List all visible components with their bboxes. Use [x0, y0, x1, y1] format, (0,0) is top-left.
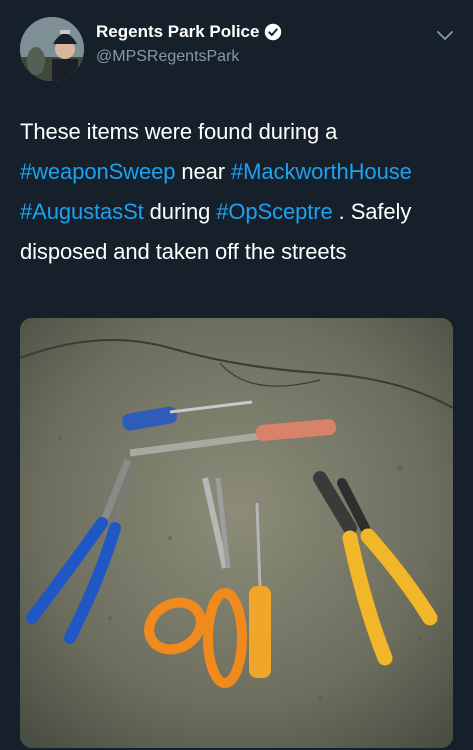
- tweet: Regents Park Police @MPSRegentsPark Thes…: [0, 0, 473, 750]
- tweet-photo[interactable]: [20, 318, 453, 748]
- avatar-image: [20, 17, 84, 81]
- text-part: These items were found during a: [20, 119, 338, 144]
- display-name[interactable]: Regents Park Police: [96, 22, 259, 42]
- verified-badge-icon: [265, 23, 282, 41]
- hashtag-link[interactable]: #weaponSweep: [20, 159, 175, 184]
- chevron-down-icon[interactable]: [436, 30, 454, 42]
- hashtag-link[interactable]: #MackworthHouse: [231, 159, 412, 184]
- name-row[interactable]: Regents Park Police: [96, 22, 282, 42]
- text-part: during: [143, 199, 217, 224]
- text-part: near: [175, 159, 232, 184]
- tweet-text: These items were found during a #weaponS…: [20, 112, 460, 272]
- handle[interactable]: @MPSRegentsPark: [96, 48, 239, 66]
- photo-tools-on-pavement: [20, 318, 453, 748]
- hashtag-link[interactable]: #AugustasSt: [20, 199, 144, 224]
- hashtag-link[interactable]: #OpSceptre: [216, 199, 333, 224]
- avatar[interactable]: [20, 17, 84, 81]
